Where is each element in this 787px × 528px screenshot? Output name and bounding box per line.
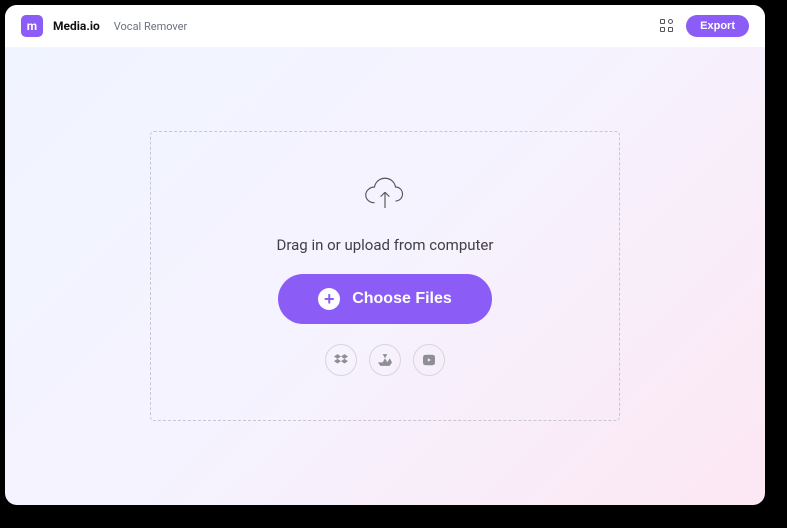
page-title: Vocal Remover bbox=[114, 20, 187, 33]
dropbox-icon[interactable] bbox=[325, 344, 357, 376]
export-button[interactable]: Export bbox=[686, 15, 749, 37]
source-icons bbox=[325, 344, 445, 376]
youtube-icon[interactable] bbox=[413, 344, 445, 376]
plus-icon: + bbox=[318, 288, 340, 310]
header-right: Export bbox=[660, 15, 749, 37]
app-window: m Media.io Vocal Remover Export Drag in … bbox=[5, 5, 765, 505]
choose-files-button[interactable]: + Choose Files bbox=[278, 274, 492, 324]
cloud-upload-icon bbox=[364, 176, 406, 216]
choose-files-label: Choose Files bbox=[352, 290, 452, 308]
logo[interactable]: m bbox=[21, 15, 43, 37]
brand-name: Media.io bbox=[53, 19, 100, 33]
apps-grid-icon[interactable] bbox=[660, 19, 674, 33]
dropzone-instruction: Drag in or upload from computer bbox=[277, 236, 494, 254]
header: m Media.io Vocal Remover Export bbox=[5, 5, 765, 47]
google-drive-icon[interactable] bbox=[369, 344, 401, 376]
dropzone[interactable]: Drag in or upload from computer + Choose… bbox=[150, 131, 620, 421]
main-area: Drag in or upload from computer + Choose… bbox=[5, 47, 765, 505]
header-left: m Media.io Vocal Remover bbox=[21, 15, 187, 37]
